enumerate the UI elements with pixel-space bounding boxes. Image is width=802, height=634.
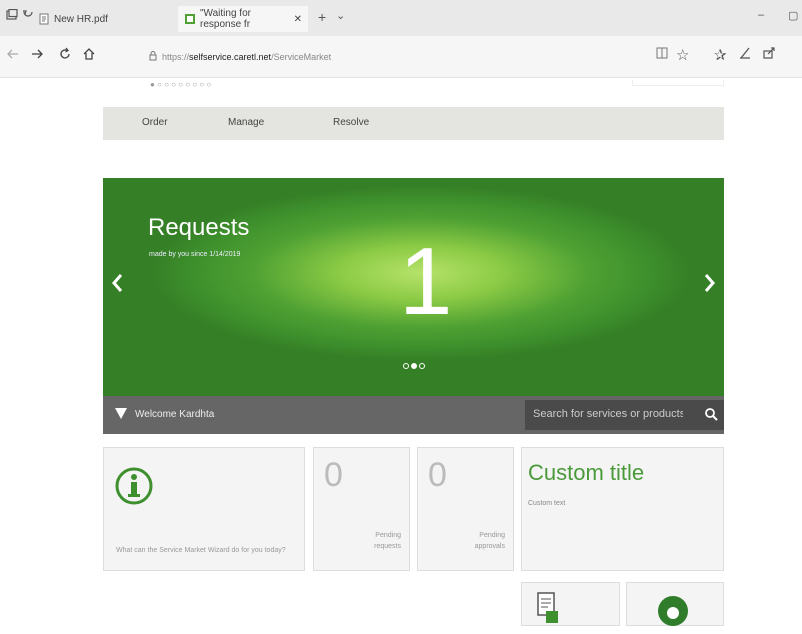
favorite-star-icon[interactable]: ☆ [676, 46, 689, 64]
pending-requests-label-line1: Pending [375, 532, 401, 539]
collapse-triangle-icon[interactable] [115, 408, 127, 419]
address-bar-row: https://selfservice.caretl.net/ServiceMa… [0, 36, 802, 78]
menu-item-order[interactable]: Order [142, 117, 168, 128]
browser-tab-bar: New HR.pdf "Waiting for response fr ✕ + … [0, 0, 802, 36]
banner-subtitle: made by you since 1/14/2019 [149, 251, 241, 258]
requests-banner[interactable]: Requests made by you since 1/14/2019 1 [103, 178, 724, 396]
welcome-label: Welcome Kardhta [135, 409, 215, 420]
service-market-icon [184, 13, 196, 25]
url-prefix: https:// [162, 52, 190, 62]
minimize-icon[interactable]: – [758, 9, 764, 21]
carousel-next-icon[interactable] [704, 273, 716, 293]
status-tile[interactable] [626, 582, 724, 626]
custom-title: Custom title [528, 460, 645, 485]
set-aside-tabs-icon[interactable] [22, 9, 34, 24]
custom-tile[interactable]: Custom title Custom text [521, 447, 724, 571]
tab-label: New HR.pdf [54, 13, 108, 25]
back-icon[interactable] [6, 47, 20, 65]
lock-icon [148, 51, 158, 63]
carousel-dot[interactable] [403, 363, 409, 369]
header-partial-text: ● ○ ○ ○ ○ ○ ○ ○ ○ [150, 80, 212, 89]
menu-item-resolve[interactable]: Resolve [333, 117, 369, 128]
refresh-icon[interactable] [58, 47, 72, 65]
home-icon[interactable] [82, 47, 96, 65]
tab-label: "Waiting for response fr [200, 8, 251, 30]
share-icon[interactable] [762, 46, 776, 64]
new-tab-icon[interactable]: + [318, 9, 326, 25]
header-partial-box [632, 80, 724, 86]
pending-approvals-label: Pending approvals [475, 530, 505, 552]
search-icon[interactable] [704, 407, 718, 421]
pending-requests-count: 0 [324, 456, 343, 494]
carousel-indicators [403, 363, 425, 369]
url-domain: selfservice.caretl.net [189, 52, 272, 62]
welcome-bar: Welcome Kardhta [103, 396, 724, 434]
web-note-icon[interactable] [738, 46, 752, 64]
favorites-hub-icon[interactable]: ✰ [714, 46, 727, 64]
reading-view-icon[interactable] [655, 46, 669, 64]
document-tile[interactable] [521, 582, 620, 626]
url-path: /ServiceMarket [271, 52, 332, 62]
wizard-tile[interactable]: What can the Service Market Wizard do fo… [103, 447, 305, 571]
tab-new-hr-pdf[interactable]: New HR.pdf [38, 6, 108, 32]
status-ring-icon [655, 593, 691, 634]
banner-title: Requests [148, 214, 250, 241]
pending-requests-tile[interactable]: 0 Pending requests [313, 447, 410, 571]
search-box [525, 400, 724, 430]
custom-text: Custom text [528, 500, 566, 507]
pending-approvals-label-line2: approvals [474, 543, 505, 551]
pending-requests-label-line2: requests [374, 543, 401, 551]
pdf-file-icon [38, 13, 50, 25]
info-icon [114, 460, 154, 517]
restore-icon[interactable]: ▢ [788, 9, 798, 22]
close-tab-icon[interactable]: ✕ [294, 14, 302, 25]
pending-requests-label: Pending requests [374, 530, 401, 552]
menu-item-manage[interactable]: Manage [228, 117, 264, 128]
carousel-prev-icon[interactable] [111, 273, 123, 293]
tab-list-chevron-icon[interactable]: ⌄ [336, 9, 345, 22]
banner-count: 1 [399, 228, 453, 335]
search-input[interactable] [533, 408, 683, 420]
pending-approvals-count: 0 [428, 456, 447, 494]
main-menu: Order Manage Resolve [103, 107, 724, 140]
url-field[interactable]: https://selfservice.caretl.net/ServiceMa… [148, 46, 688, 68]
carousel-dot-active[interactable] [411, 363, 417, 369]
pending-approvals-tile[interactable]: 0 Pending approvals [417, 447, 514, 571]
pending-approvals-label-line1: Pending [479, 532, 505, 539]
tab-actions-icon[interactable] [6, 8, 18, 24]
wizard-caption: What can the Service Market Wizard do fo… [116, 547, 286, 554]
forward-icon[interactable] [30, 47, 44, 65]
tab-waiting-for-response[interactable]: "Waiting for response fr ✕ [178, 6, 308, 32]
carousel-dot[interactable] [419, 363, 425, 369]
